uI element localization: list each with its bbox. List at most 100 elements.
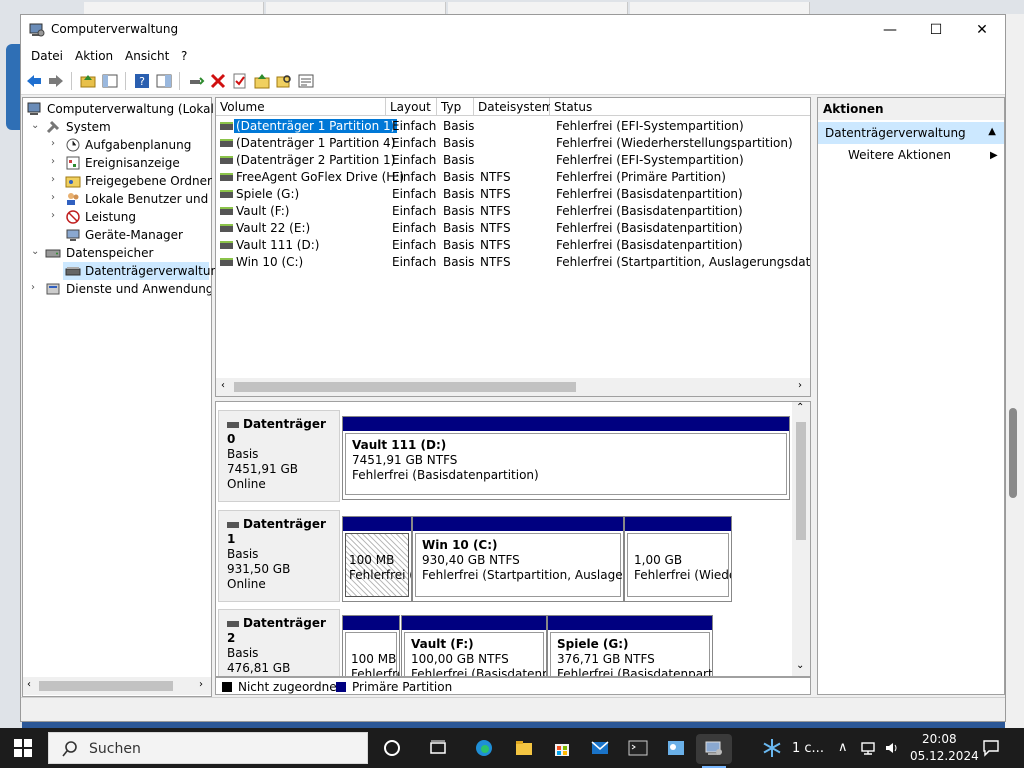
tree-item-performance[interactable]: › Leistung: [23, 208, 211, 226]
menu-help[interactable]: ?: [181, 49, 187, 63]
disk-view-vertical-scrollbar[interactable]: ⌃ ⌄: [792, 402, 810, 676]
back-arrow-icon[interactable]: [25, 72, 43, 90]
export-folder-icon[interactable]: [253, 72, 271, 90]
minimize-button[interactable]: —: [867, 15, 913, 45]
chevron-up-icon[interactable]: ∧: [838, 740, 848, 755]
tree-item-device-manager[interactable]: Geräte-Manager: [23, 226, 211, 244]
tree-item-storage[interactable]: ⌄ Datenspeicher: [23, 244, 211, 262]
scroll-down-icon[interactable]: ⌄: [796, 660, 804, 671]
menu-aktion[interactable]: Aktion: [75, 49, 113, 63]
show-hide-tree-icon[interactable]: [101, 72, 119, 90]
table-row[interactable]: Vault 22 (E:) Einfach Basis NTFS Fehlerfrei …: [216, 220, 810, 237]
search-key-icon[interactable]: [275, 72, 293, 90]
tree-item-event-viewer[interactable]: › Ereignisanzeige: [23, 154, 211, 172]
chevron-down-icon[interactable]: ⌄: [31, 247, 41, 257]
partition-c[interactable]: Win 10 (C:) 930,40 GB NTFS Fehlerfrei (S…: [412, 516, 624, 602]
partition-disk1-efi[interactable]: 100 MB Fehlerfrei (EFI-Systempartition): [342, 516, 412, 602]
chevron-right-icon[interactable]: ›: [51, 211, 61, 221]
partition-disk2-efi[interactable]: 100 MB Fehlerfrei (EFI-Systempartition): [342, 615, 400, 676]
file-explorer-button[interactable]: [506, 734, 542, 764]
connect-drive-icon[interactable]: [187, 72, 205, 90]
task-view-button[interactable]: [374, 734, 410, 764]
scroll-left-icon[interactable]: ‹: [221, 380, 225, 391]
clock-date[interactable]: 05.12.2024: [910, 749, 979, 763]
scrollbar-thumb[interactable]: [234, 382, 576, 392]
table-row[interactable]: Win 10 (C:) Einfach Basis NTFS Fehlerfrei (S…: [216, 254, 810, 271]
disk-icon: [227, 620, 239, 627]
scroll-right-icon[interactable]: ›: [199, 679, 203, 690]
column-header-filesystem[interactable]: Dateisystem: [474, 98, 553, 116]
column-header-volume[interactable]: Volume: [216, 98, 386, 116]
forward-arrow-icon[interactable]: [47, 72, 65, 90]
submenu-arrow-icon[interactable]: ▶: [990, 150, 998, 161]
up-folder-icon[interactable]: [79, 72, 97, 90]
tree-item-shared-folders[interactable]: › Freigegebene Ordner: [23, 172, 212, 190]
disk-1-info[interactable]: Datenträger 1 Basis 931,50 GB Online: [218, 510, 340, 602]
actions-group-disk-management[interactable]: Datenträgerverwaltung ▲: [818, 122, 1004, 144]
maximize-button[interactable]: ☐: [913, 15, 959, 45]
chevron-right-icon[interactable]: ›: [51, 139, 61, 149]
tree-item-services-applications[interactable]: › Dienste und Anwendungen: [23, 280, 211, 298]
tree-item-disk-management[interactable]: Datenträgerverwaltung: [63, 262, 226, 280]
windows-start-icon[interactable]: [14, 739, 32, 757]
chevron-right-icon[interactable]: ›: [51, 157, 61, 167]
scroll-left-icon[interactable]: ‹: [27, 679, 31, 690]
table-row[interactable]: (Datenträger 2 Partition 1) Einfach Basis F…: [216, 152, 810, 169]
table-row[interactable]: Vault 111 (D:) Einfach Basis NTFS Fehlerfrei…: [216, 237, 810, 254]
list-horizontal-scrollbar[interactable]: ‹ ›: [216, 378, 810, 396]
chevron-right-icon[interactable]: ›: [31, 283, 41, 293]
column-header-type[interactable]: Typ: [437, 98, 474, 116]
terminal-button[interactable]: [620, 734, 656, 764]
control-panel-button[interactable]: [658, 734, 694, 764]
properties-pane-icon[interactable]: [155, 72, 173, 90]
background-scrollbar-thumb[interactable]: [1009, 408, 1017, 498]
tree-item-computer-management[interactable]: Computerverwaltung (Lokal): [23, 100, 219, 118]
list-view-icon[interactable]: [297, 72, 315, 90]
tree-horizontal-scrollbar[interactable]: ‹ ›: [23, 677, 211, 695]
disk-2-info[interactable]: Datenträger 2 Basis 476,81 GB Online: [218, 609, 340, 676]
column-header-layout[interactable]: Layout: [386, 98, 437, 116]
weather-text[interactable]: 1 c...: [792, 741, 824, 756]
tree-item-task-scheduler[interactable]: › Aufgabenplanung: [23, 136, 211, 154]
partition-g[interactable]: Spiele (G:) 376,71 GB NTFS Fehlerfrei (B…: [547, 615, 713, 676]
edge-button[interactable]: [466, 734, 502, 764]
clock-time[interactable]: 20:08: [922, 732, 957, 746]
chevron-right-icon[interactable]: ›: [51, 193, 61, 203]
volume-icon[interactable]: [884, 740, 900, 756]
partition-d[interactable]: Vault 111 (D:) 7451,91 GB NTFS Fehlerfre…: [342, 416, 790, 500]
notification-icon[interactable]: [982, 739, 1000, 757]
partition-f[interactable]: Vault (F:) 100,00 GB NTFS Fehlerfrei (Ba…: [401, 615, 547, 676]
table-row[interactable]: FreeAgent GoFlex Drive (H:) Einfach Basis N…: [216, 169, 810, 186]
title-bar[interactable]: Computerverwaltung — ☐ ✕: [21, 15, 1005, 45]
more-actions-item[interactable]: Weitere Aktionen: [848, 148, 951, 162]
tree-item-local-users[interactable]: › Lokale Benutzer und Gruppen: [23, 190, 211, 208]
column-header-status[interactable]: Status: [550, 98, 810, 116]
scroll-right-icon[interactable]: ›: [798, 380, 802, 391]
table-row[interactable]: Vault (F:) Einfach Basis NTFS Fehlerfrei (Ba…: [216, 203, 810, 220]
table-row[interactable]: (Datenträger 1 Partition 4) Einfach Basis F…: [216, 135, 810, 152]
menu-ansicht[interactable]: Ansicht: [125, 49, 169, 63]
mail-button[interactable]: [582, 734, 618, 764]
widgets-button[interactable]: [420, 734, 456, 764]
network-icon[interactable]: [860, 740, 876, 756]
table-row[interactable]: (Datenträger 1 Partition 1) Einfach Basis F…: [216, 118, 810, 135]
store-button[interactable]: [544, 734, 580, 764]
close-button[interactable]: ✕: [959, 15, 1005, 45]
tree-item-system[interactable]: ⌄ System: [23, 118, 211, 136]
disk-0-info[interactable]: Datenträger 0 Basis 7451,91 GB Online: [218, 410, 340, 502]
help-icon[interactable]: ?: [133, 72, 151, 90]
taskbar-search-box[interactable]: Suchen: [48, 732, 368, 764]
chevron-right-icon[interactable]: ›: [51, 175, 61, 185]
collapse-up-icon[interactable]: ▲: [988, 126, 996, 137]
scrollbar-thumb[interactable]: [796, 422, 806, 540]
partition-disk1-recovery[interactable]: 1,00 GB Fehlerfrei (Wiederherstellungspa…: [624, 516, 732, 602]
scrollbar-thumb[interactable]: [39, 681, 173, 691]
checklist-icon[interactable]: [231, 72, 249, 90]
scroll-up-icon[interactable]: ⌃: [796, 402, 804, 413]
menu-datei[interactable]: Datei: [31, 49, 63, 63]
chevron-down-icon[interactable]: ⌄: [31, 121, 41, 131]
snowflake-weather-icon[interactable]: [762, 738, 782, 758]
delete-icon[interactable]: [209, 72, 227, 90]
computer-management-taskbar-button[interactable]: [696, 734, 732, 764]
table-row[interactable]: Spiele (G:) Einfach Basis NTFS Fehlerfrei (B…: [216, 186, 810, 203]
